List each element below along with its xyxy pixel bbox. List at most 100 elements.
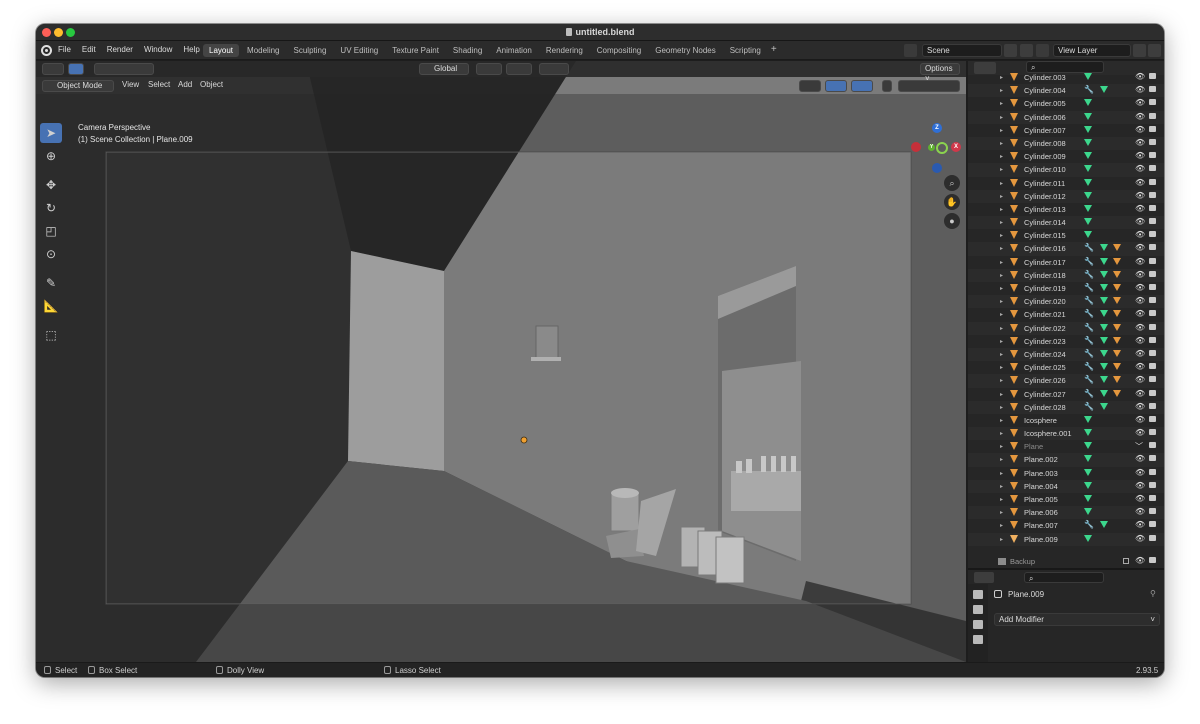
render-camera-icon[interactable] <box>1149 336 1156 343</box>
tool-tab-icon[interactable] <box>973 590 983 599</box>
outliner-row[interactable]: ▸ Plane ﹀ <box>968 440 1164 453</box>
visibility-eye-icon[interactable]: 👁 <box>1135 520 1145 529</box>
outliner-row[interactable]: ▸ Icosphere.001 👁 <box>968 427 1164 441</box>
mesh-data-icon[interactable] <box>1100 284 1108 291</box>
render-camera-icon[interactable] <box>1149 257 1156 264</box>
outliner-row[interactable]: ▸ Cylinder.026 🔧 👁 <box>968 374 1164 388</box>
scene-name-field[interactable]: Scene <box>922 44 1002 57</box>
transform-tool-icon[interactable]: ⊙ <box>40 244 62 264</box>
object-mode-dropdown[interactable]: Object Mode <box>42 80 114 92</box>
expand-arrow-icon[interactable]: ▸ <box>1000 219 1003 226</box>
material-icon[interactable] <box>1113 270 1121 278</box>
mesh-data-icon[interactable] <box>1084 99 1092 107</box>
new-view-layer-icon[interactable] <box>1133 44 1146 57</box>
render-camera-icon[interactable] <box>1149 349 1156 356</box>
outliner-row[interactable]: ▸ Plane.003 👁 <box>968 467 1164 480</box>
properties-search-field[interactable]: ⌕ <box>1024 572 1104 583</box>
render-camera-icon[interactable] <box>1149 521 1156 528</box>
render-camera-icon[interactable] <box>1149 73 1156 79</box>
modifier-wrench-icon[interactable]: 🔧 <box>1084 323 1094 332</box>
blender-logo-icon[interactable] <box>41 45 52 56</box>
outliner-row[interactable]: ▸ Cylinder.007 👁 <box>968 124 1164 137</box>
render-camera-icon[interactable] <box>1149 218 1156 225</box>
tab-geometry-nodes[interactable]: Geometry Nodes <box>649 44 721 57</box>
mesh-data-icon[interactable] <box>1100 336 1108 344</box>
outliner-row[interactable]: ▸ Cylinder.019 🔧 👁 <box>968 282 1164 295</box>
render-camera-icon[interactable] <box>1149 138 1156 145</box>
visibility-eye-icon[interactable]: 👁 <box>1135 138 1145 147</box>
expand-arrow-icon[interactable]: ▸ <box>1000 325 1003 332</box>
material-icon[interactable] <box>1113 389 1121 397</box>
outliner-row[interactable]: ▸ Cylinder.016 🔧 👁 <box>968 242 1164 256</box>
modifier-wrench-icon[interactable]: 🔧 <box>1084 402 1094 411</box>
render-camera-icon[interactable] <box>1149 495 1156 501</box>
outliner-row[interactable]: ▸ Icosphere 👁 <box>968 414 1164 427</box>
expand-arrow-icon[interactable]: ▸ <box>1000 232 1003 239</box>
scale-tool-icon[interactable]: ◰ <box>40 221 62 241</box>
material-icon[interactable] <box>1113 376 1121 384</box>
outliner-row[interactable]: ▸ Plane.006 👁 <box>968 506 1164 520</box>
visibility-eye-icon[interactable]: 👁 <box>1135 204 1145 213</box>
modifier-wrench-icon[interactable]: 🔧 <box>1084 283 1094 292</box>
object-name[interactable]: Cylinder.006 <box>1024 113 1066 122</box>
mesh-data-icon[interactable] <box>1084 534 1092 542</box>
mesh-data-icon[interactable] <box>1084 468 1092 476</box>
menu-window[interactable]: Window <box>144 45 172 54</box>
expand-arrow-icon[interactable]: ▸ <box>1000 443 1003 450</box>
render-camera-icon[interactable] <box>1149 165 1156 172</box>
visibility-eye-icon[interactable]: 👁 <box>1135 85 1145 94</box>
expand-arrow-icon[interactable]: ▸ <box>1000 166 1003 173</box>
modifier-wrench-icon[interactable]: 🔧 <box>1084 257 1094 266</box>
object-name[interactable]: Cylinder.020 <box>1024 297 1066 306</box>
object-name[interactable]: Cylinder.011 <box>1024 179 1065 188</box>
outliner-row[interactable]: ▸ Cylinder.008 👁 <box>968 136 1164 151</box>
expand-arrow-icon[interactable]: ▸ <box>1000 311 1003 318</box>
zoom-icon[interactable]: ⌕ <box>944 175 960 191</box>
expand-arrow-icon[interactable]: ▸ <box>1000 483 1003 490</box>
measure-tool-icon[interactable]: 📐 <box>40 296 62 316</box>
gizmo-neg-x[interactable] <box>911 142 921 152</box>
editor-type-selector[interactable] <box>42 63 64 75</box>
mesh-data-icon[interactable] <box>1100 86 1108 94</box>
visibility-eye-icon[interactable]: 👁 <box>1135 178 1145 187</box>
expand-arrow-icon[interactable]: ▸ <box>1000 536 1003 543</box>
render-camera-icon[interactable] <box>1149 442 1156 449</box>
mesh-data-icon[interactable] <box>1084 125 1092 133</box>
outliner-row[interactable]: ▸ Cylinder.017 🔧 👁 <box>968 256 1164 269</box>
outliner-row[interactable]: ▸ Plane.009 👁 <box>968 532 1164 546</box>
proportional-editing-toggle[interactable] <box>539 63 569 75</box>
object-name[interactable]: Cylinder.015 <box>1024 231 1066 240</box>
mesh-data-icon[interactable] <box>1084 191 1092 199</box>
mesh-data-icon[interactable] <box>1084 112 1092 120</box>
object-name[interactable]: Plane.007 <box>1024 521 1058 530</box>
expand-arrow-icon[interactable]: ▸ <box>1000 127 1003 134</box>
outliner-row[interactable]: ▸ Plane.007 🔧 👁 <box>968 519 1164 532</box>
object-name[interactable]: Cylinder.019 <box>1024 284 1066 293</box>
visibility-eye-icon[interactable]: 👁 <box>1135 191 1145 200</box>
visibility-eye-icon[interactable]: 👁 <box>1135 375 1145 384</box>
expand-arrow-icon[interactable]: ▸ <box>1000 285 1003 292</box>
tab-layout[interactable]: Layout <box>203 44 240 57</box>
visibility-eye-icon[interactable]: 👁 <box>1135 257 1145 266</box>
object-name[interactable]: Plane <box>1024 442 1043 451</box>
delete-scene-icon[interactable] <box>1020 44 1033 57</box>
outliner-row[interactable]: ▸ Cylinder.010 👁 <box>968 163 1164 177</box>
pivot-point-dropdown[interactable] <box>476 63 502 75</box>
transform-orientation-dropdown[interactable]: Global <box>419 63 469 75</box>
outliner-row[interactable]: ▸ Cylinder.024 🔧 👁 <box>968 347 1164 362</box>
visibility-eye-icon[interactable]: 👁 <box>1135 556 1145 565</box>
material-icon[interactable] <box>1113 244 1121 252</box>
render-camera-icon[interactable] <box>1149 297 1156 304</box>
annotate-tool-icon[interactable]: ✎ <box>40 273 62 293</box>
object-name[interactable]: Cylinder.013 <box>1024 205 1066 214</box>
visibility-eye-icon[interactable]: 👁 <box>1135 217 1145 226</box>
expand-arrow-icon[interactable]: ▸ <box>1000 272 1003 279</box>
visibility-eye-icon[interactable]: 👁 <box>1135 296 1145 305</box>
modifier-wrench-icon[interactable]: 🔧 <box>1084 375 1094 384</box>
exclude-checkbox[interactable] <box>1123 558 1129 564</box>
visibility-eye-icon[interactable]: 👁 <box>1135 494 1145 503</box>
material-icon[interactable] <box>1113 323 1121 331</box>
menu-help[interactable]: Help <box>183 45 199 54</box>
add-cube-tool-icon[interactable]: ⬚ <box>40 325 62 345</box>
outliner-row[interactable]: ▸ Cylinder.023 🔧 👁 <box>968 335 1164 348</box>
